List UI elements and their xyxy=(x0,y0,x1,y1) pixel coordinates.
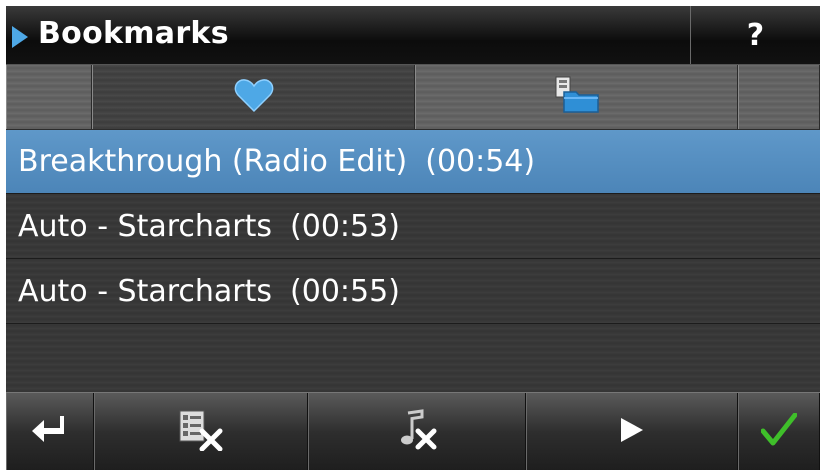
delete-list-icon xyxy=(178,409,224,455)
tab-spacer-left xyxy=(6,65,92,129)
tab-spacer-right xyxy=(738,65,820,129)
title-arrow-icon xyxy=(12,26,28,48)
help-button[interactable]: ? xyxy=(690,6,820,64)
heart-icon xyxy=(234,77,274,117)
help-button-label: ? xyxy=(746,18,765,53)
delete-track-icon xyxy=(396,409,438,455)
list-item[interactable]: Auto - Starcharts (00:55) xyxy=(6,260,820,324)
list-item-title: Auto - Starcharts xyxy=(18,274,273,309)
title-bar: Bookmarks ? xyxy=(6,6,820,65)
confirm-button[interactable] xyxy=(738,393,820,470)
list-item[interactable]: Auto - Starcharts (00:53) xyxy=(6,195,820,259)
list-item-duration: (00:53) xyxy=(290,209,400,244)
play-icon xyxy=(619,416,645,448)
tab-folders[interactable] xyxy=(415,65,738,129)
list-item-duration: (00:54) xyxy=(425,144,536,179)
app-screen: Bookmarks ? Breakthrough (Radio Edit) (0… xyxy=(6,6,820,470)
delete-track-button[interactable] xyxy=(308,393,526,470)
folder-icon xyxy=(554,76,600,118)
bottom-toolbar xyxy=(6,392,820,470)
tab-bar xyxy=(6,65,820,129)
back-icon xyxy=(30,414,70,450)
delete-list-button[interactable] xyxy=(94,393,308,470)
list-item-title: Auto - Starcharts xyxy=(18,209,273,244)
play-button[interactable] xyxy=(526,393,738,470)
list-item-duration: (00:55) xyxy=(290,274,400,309)
back-button[interactable] xyxy=(6,393,94,470)
list-item[interactable]: Breakthrough (Radio Edit) (00:54) xyxy=(6,130,820,194)
list-item-title: Breakthrough (Radio Edit) xyxy=(18,144,408,179)
tab-favorites[interactable] xyxy=(92,65,415,129)
confirm-icon xyxy=(760,412,798,451)
page-title: Bookmarks xyxy=(38,16,229,51)
bookmark-list: Breakthrough (Radio Edit) (00:54) Auto - … xyxy=(6,130,820,392)
